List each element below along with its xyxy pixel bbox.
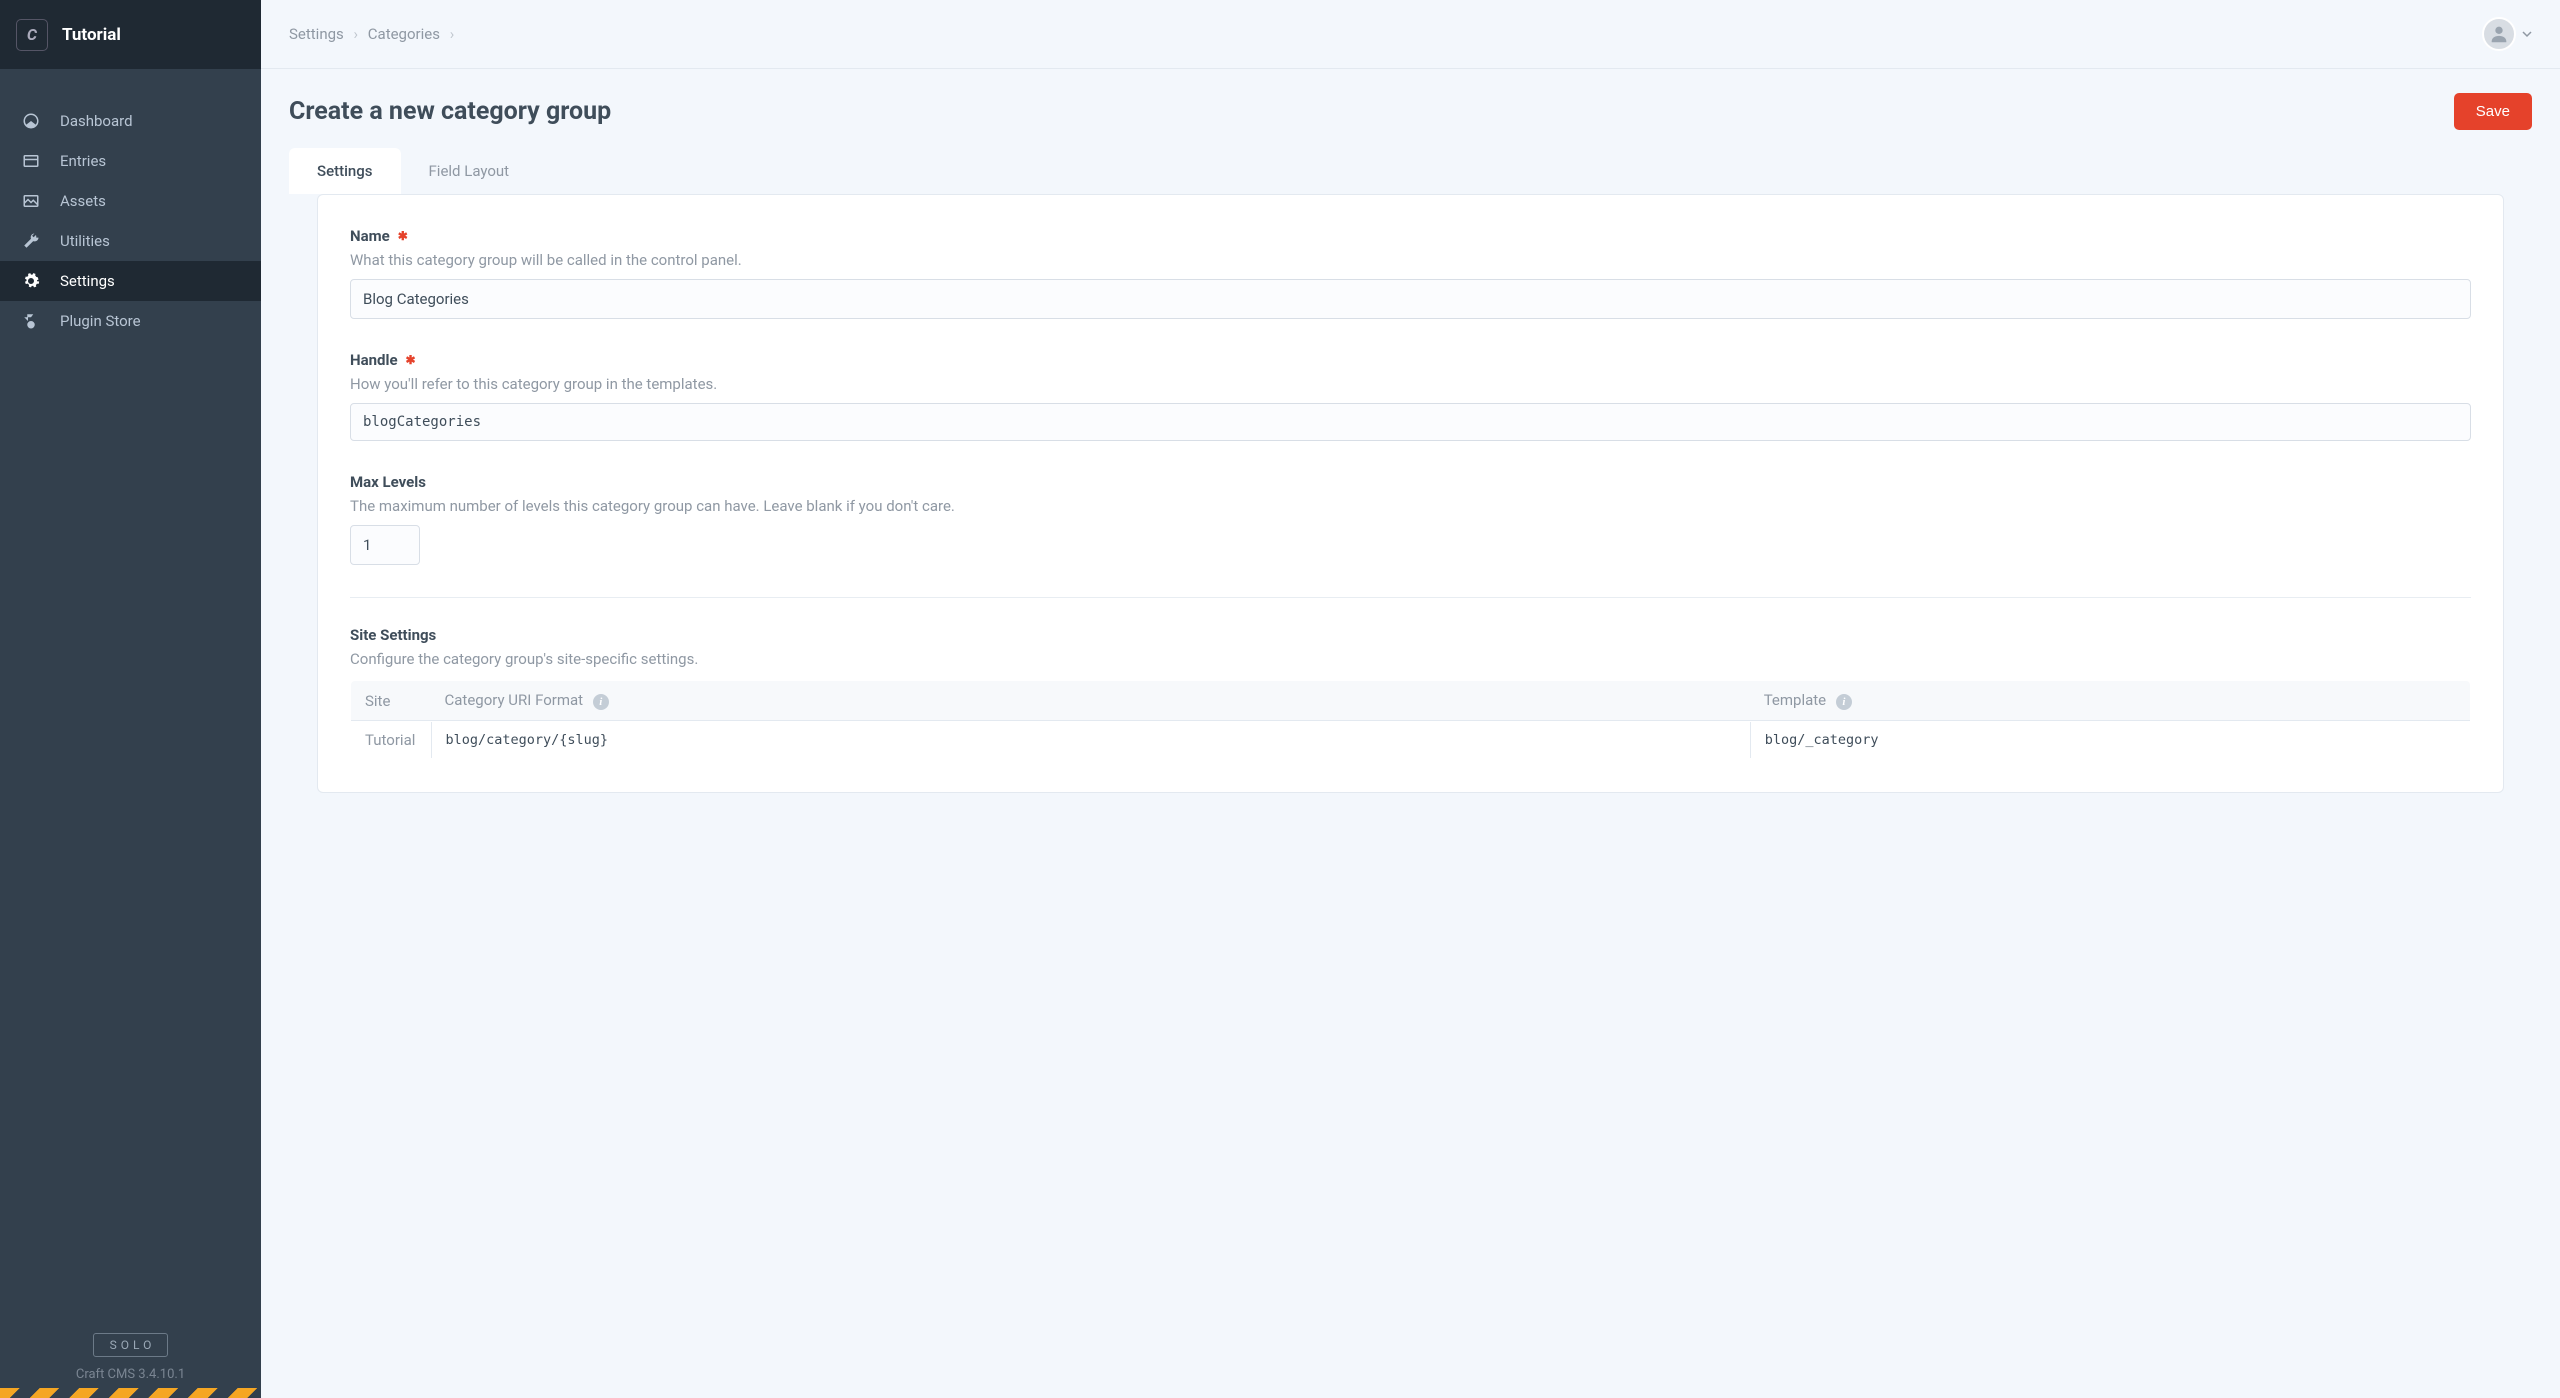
breadcrumb-separator: › <box>354 25 359 43</box>
field-help-name: What this category group will be called … <box>350 251 2471 269</box>
nav-item-assets[interactable]: Assets <box>0 181 261 221</box>
nav-item-plugin-store[interactable]: Plugin Store <box>0 301 261 341</box>
required-indicator: ✱ <box>406 353 416 367</box>
info-icon[interactable]: i <box>593 694 609 710</box>
field-name: Name ✱ What this category group will be … <box>350 227 2471 319</box>
field-label-site-settings: Site Settings <box>350 626 436 644</box>
tab-settings[interactable]: Settings <box>289 148 401 194</box>
topbar: Settings › Categories › <box>261 0 2560 69</box>
nav-label: Plugin Store <box>60 312 141 330</box>
field-site-settings: Site Settings Configure the category gro… <box>350 626 2471 760</box>
template-input[interactable] <box>1750 722 2470 758</box>
max-levels-input[interactable] <box>350 525 420 565</box>
breadcrumb-categories[interactable]: Categories <box>368 25 440 43</box>
nav-label: Dashboard <box>60 112 133 130</box>
version-label: Craft CMS 3.4.10.1 <box>0 1367 261 1382</box>
breadcrumb-settings[interactable]: Settings <box>289 25 344 43</box>
tab-field-layout[interactable]: Field Layout <box>401 148 538 194</box>
field-handle: Handle ✱ How you'll refer to this catego… <box>350 351 2471 441</box>
logo: C <box>16 19 48 51</box>
nav-item-entries[interactable]: Entries <box>0 141 261 181</box>
settings-panel: Name ✱ What this category group will be … <box>317 194 2504 793</box>
breadcrumb: Settings › Categories › <box>289 25 460 43</box>
field-help-site-settings: Configure the category group's site-spec… <box>350 650 2471 668</box>
field-help-max-levels: The maximum number of levels this catego… <box>350 497 2471 515</box>
field-label-max-levels: Max Levels <box>350 473 426 491</box>
avatar <box>2482 17 2516 51</box>
nav-label: Assets <box>60 192 106 210</box>
user-icon <box>2488 23 2510 45</box>
chevron-down-icon <box>2522 29 2532 39</box>
user-menu[interactable] <box>2482 17 2532 51</box>
nav-item-utilities[interactable]: Utilities <box>0 221 261 261</box>
plugin-store-icon <box>22 312 40 330</box>
tabs: Settings Field Layout <box>289 148 2532 194</box>
settings-icon <box>22 272 40 290</box>
nav-label: Utilities <box>60 232 110 250</box>
breadcrumb-separator: › <box>450 25 455 43</box>
field-help-handle: How you'll refer to this category group … <box>350 375 2471 393</box>
primary-nav: Dashboard Entries Assets Utilities Setti… <box>0 69 261 1333</box>
page-title: Create a new category group <box>289 97 611 126</box>
site-name: Tutorial <box>62 25 121 45</box>
required-indicator: ✱ <box>398 229 408 243</box>
nav-label: Entries <box>60 152 106 170</box>
dashboard-icon <box>22 112 40 130</box>
page-header: Create a new category group Save <box>261 69 2560 148</box>
site-name-cell: Tutorial <box>351 721 431 760</box>
assets-icon <box>22 192 40 210</box>
field-max-levels: Max Levels The maximum number of levels … <box>350 473 2471 565</box>
save-button[interactable]: Save <box>2454 93 2532 130</box>
site-settings-table: Site Category URI Format i Template i <box>350 680 2471 760</box>
field-label-handle: Handle <box>350 351 398 369</box>
col-template: Template i <box>1750 681 2471 721</box>
nav-label: Settings <box>60 272 115 290</box>
col-uri-format: Category URI Format i <box>431 681 1750 721</box>
col-site: Site <box>351 681 431 721</box>
handle-input[interactable] <box>350 403 2471 441</box>
utilities-icon <box>22 232 40 250</box>
table-row: Tutorial <box>351 721 2471 760</box>
name-input[interactable] <box>350 279 2471 319</box>
edition-badge[interactable]: SOLO <box>93 1333 169 1357</box>
nav-item-settings[interactable]: Settings <box>0 261 261 301</box>
entries-icon <box>22 152 40 170</box>
info-icon[interactable]: i <box>1836 694 1852 710</box>
divider <box>350 597 2471 598</box>
main: Settings › Categories › Create a new cat… <box>261 0 2560 1398</box>
sidebar-header[interactable]: C Tutorial <box>0 0 261 69</box>
sidebar: C Tutorial Dashboard Entries Assets Util… <box>0 0 261 1398</box>
nav-item-dashboard[interactable]: Dashboard <box>0 101 261 141</box>
uri-format-input[interactable] <box>431 722 1750 758</box>
field-label-name: Name <box>350 227 390 245</box>
dev-stripe <box>0 1388 261 1398</box>
